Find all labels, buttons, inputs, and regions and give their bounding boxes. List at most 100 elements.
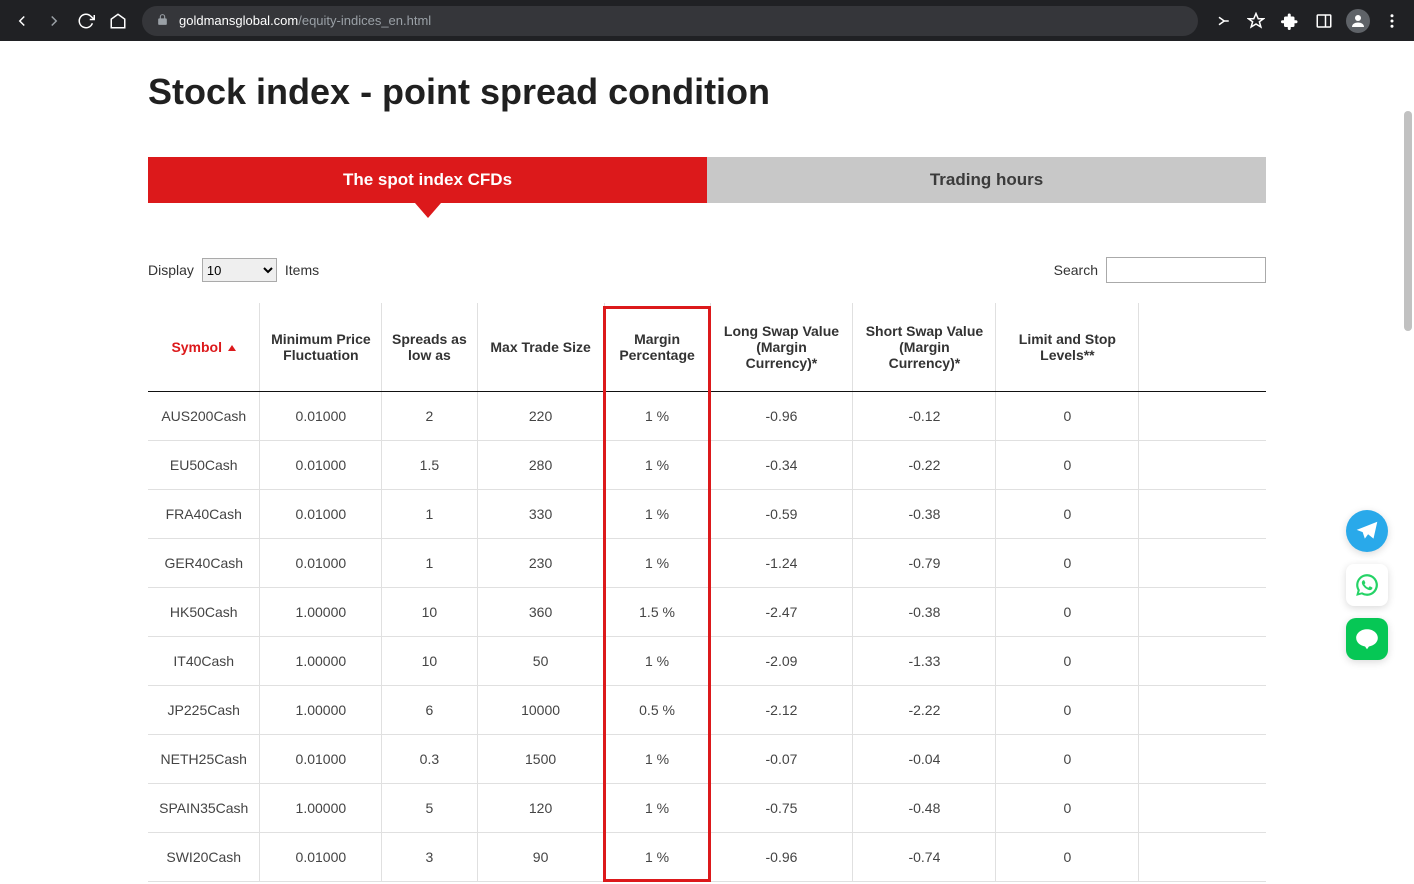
cell-limit_stop: 0 bbox=[996, 539, 1139, 588]
cell-symbol: AUS200Cash bbox=[148, 392, 260, 441]
cell-short_swap: -2.22 bbox=[853, 686, 996, 735]
col-header-max-trade[interactable]: Max Trade Size bbox=[477, 303, 604, 392]
search-input[interactable] bbox=[1106, 257, 1266, 283]
cell-long_swap: -0.59 bbox=[710, 490, 853, 539]
cell-margin: 1 % bbox=[604, 490, 710, 539]
cell-max_trade: 120 bbox=[477, 784, 604, 833]
cell-margin: 1 % bbox=[604, 735, 710, 784]
cell-limit_stop: 0 bbox=[996, 833, 1139, 882]
cell-short_swap: -0.79 bbox=[853, 539, 996, 588]
line-button[interactable] bbox=[1346, 618, 1388, 660]
cell-short_swap: -0.74 bbox=[853, 833, 996, 882]
col-header-spreads[interactable]: Spreads as low as bbox=[382, 303, 477, 392]
spread-table: Symbol Minimum Price Fluctuation Spreads… bbox=[148, 303, 1266, 882]
cell-short_swap: -0.48 bbox=[853, 784, 996, 833]
display-select[interactable]: 10 bbox=[202, 258, 277, 282]
cell-spreads: 1 bbox=[382, 490, 477, 539]
share-button[interactable] bbox=[1208, 7, 1236, 35]
cell-limit_stop: 0 bbox=[996, 392, 1139, 441]
items-label: Items bbox=[285, 262, 319, 278]
cell-max_trade: 230 bbox=[477, 539, 604, 588]
cell-spreads: 1 bbox=[382, 539, 477, 588]
cell-symbol: EU50Cash bbox=[148, 441, 260, 490]
cell-limit_stop: 0 bbox=[996, 637, 1139, 686]
address-bar[interactable]: goldmansglobal.com/equity-indices_en.htm… bbox=[142, 6, 1198, 36]
cell-max_trade: 10000 bbox=[477, 686, 604, 735]
cell-empty bbox=[1139, 490, 1266, 539]
tabs: The spot index CFDs Trading hours bbox=[148, 157, 1266, 203]
col-header-limit-stop[interactable]: Limit and Stop Levels** bbox=[996, 303, 1139, 392]
cell-symbol: GER40Cash bbox=[148, 539, 260, 588]
cell-margin: 1.5 % bbox=[604, 588, 710, 637]
cell-min_price: 0.01000 bbox=[260, 441, 382, 490]
col-header-min-price[interactable]: Minimum Price Fluctuation bbox=[260, 303, 382, 392]
cell-long_swap: -2.12 bbox=[710, 686, 853, 735]
col-header-empty bbox=[1139, 303, 1266, 392]
cell-margin: 1 % bbox=[604, 784, 710, 833]
cell-short_swap: -0.04 bbox=[853, 735, 996, 784]
cell-long_swap: -0.96 bbox=[710, 392, 853, 441]
cell-short_swap: -1.33 bbox=[853, 637, 996, 686]
tab-trading-hours[interactable]: Trading hours bbox=[707, 157, 1266, 203]
reload-button[interactable] bbox=[72, 7, 100, 35]
cell-long_swap: -0.75 bbox=[710, 784, 853, 833]
cell-empty bbox=[1139, 833, 1266, 882]
cell-margin: 1 % bbox=[604, 539, 710, 588]
display-label: Display bbox=[148, 262, 194, 278]
extensions-button[interactable] bbox=[1276, 7, 1304, 35]
cell-symbol: FRA40Cash bbox=[148, 490, 260, 539]
search-control: Search bbox=[1054, 257, 1266, 283]
table-row: AUS200Cash0.0100022201 %-0.96-0.120 bbox=[148, 392, 1266, 441]
scrollbar-track[interactable] bbox=[1402, 41, 1414, 884]
cell-margin: 1 % bbox=[604, 441, 710, 490]
cell-empty bbox=[1139, 441, 1266, 490]
back-button[interactable] bbox=[8, 7, 36, 35]
cell-max_trade: 330 bbox=[477, 490, 604, 539]
cell-empty bbox=[1139, 784, 1266, 833]
bookmark-button[interactable] bbox=[1242, 7, 1270, 35]
cell-short_swap: -0.22 bbox=[853, 441, 996, 490]
telegram-button[interactable] bbox=[1346, 510, 1388, 552]
table-row: HK50Cash1.00000103601.5 %-2.47-0.380 bbox=[148, 588, 1266, 637]
table-row: IT40Cash1.0000010501 %-2.09-1.330 bbox=[148, 637, 1266, 686]
cell-long_swap: -0.34 bbox=[710, 441, 853, 490]
col-header-long-swap[interactable]: Long Swap Value (Margin Currency)* bbox=[710, 303, 853, 392]
home-button[interactable] bbox=[104, 7, 132, 35]
cell-symbol: IT40Cash bbox=[148, 637, 260, 686]
forward-button[interactable] bbox=[40, 7, 68, 35]
cell-margin: 1 % bbox=[604, 392, 710, 441]
col-header-margin[interactable]: Margin Percentage bbox=[604, 303, 710, 392]
cell-limit_stop: 0 bbox=[996, 490, 1139, 539]
cell-spreads: 10 bbox=[382, 588, 477, 637]
cell-max_trade: 50 bbox=[477, 637, 604, 686]
cell-min_price: 1.00000 bbox=[260, 686, 382, 735]
cell-min_price: 0.01000 bbox=[260, 392, 382, 441]
tab-spot-index-cfds[interactable]: The spot index CFDs bbox=[148, 157, 707, 203]
table-row: GER40Cash0.0100012301 %-1.24-0.790 bbox=[148, 539, 1266, 588]
cell-empty bbox=[1139, 392, 1266, 441]
whatsapp-button[interactable] bbox=[1346, 564, 1388, 606]
scrollbar-thumb[interactable] bbox=[1404, 111, 1412, 331]
cell-min_price: 0.01000 bbox=[260, 539, 382, 588]
sidepanel-button[interactable] bbox=[1310, 7, 1338, 35]
cell-limit_stop: 0 bbox=[996, 441, 1139, 490]
col-header-short-swap[interactable]: Short Swap Value (Margin Currency)* bbox=[853, 303, 996, 392]
menu-button[interactable] bbox=[1378, 7, 1406, 35]
cell-max_trade: 360 bbox=[477, 588, 604, 637]
table-row: JP225Cash1.000006100000.5 %-2.12-2.220 bbox=[148, 686, 1266, 735]
search-label: Search bbox=[1054, 262, 1098, 278]
col-header-symbol[interactable]: Symbol bbox=[148, 303, 260, 392]
browser-toolbar: goldmansglobal.com/equity-indices_en.htm… bbox=[0, 0, 1414, 41]
url-text: goldmansglobal.com/equity-indices_en.htm… bbox=[179, 13, 431, 28]
cell-max_trade: 1500 bbox=[477, 735, 604, 784]
cell-symbol: SWI20Cash bbox=[148, 833, 260, 882]
table-row: FRA40Cash0.0100013301 %-0.59-0.380 bbox=[148, 490, 1266, 539]
display-control: Display 10 Items bbox=[148, 258, 319, 282]
profile-button[interactable] bbox=[1344, 7, 1372, 35]
cell-max_trade: 220 bbox=[477, 392, 604, 441]
cell-short_swap: -0.38 bbox=[853, 490, 996, 539]
cell-limit_stop: 0 bbox=[996, 686, 1139, 735]
cell-long_swap: -0.96 bbox=[710, 833, 853, 882]
lock-icon bbox=[156, 13, 169, 29]
cell-long_swap: -2.09 bbox=[710, 637, 853, 686]
